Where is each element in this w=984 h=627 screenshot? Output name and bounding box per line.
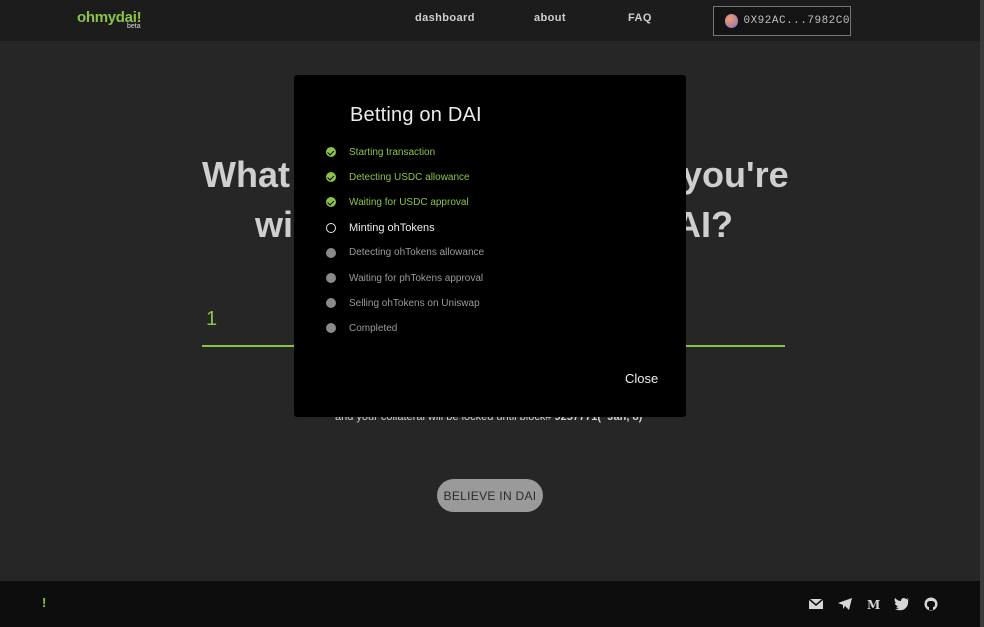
believe-button-label: BELIEVE IN DAI bbox=[443, 488, 537, 503]
progress-step-label: Completed bbox=[349, 322, 398, 334]
amount-input[interactable]: 1 bbox=[206, 308, 217, 331]
dot-icon bbox=[326, 323, 336, 334]
nav-link-about[interactable]: about bbox=[534, 12, 566, 24]
footer-logo[interactable]: ! bbox=[42, 595, 46, 610]
progress-step: Waiting for phTokens approval bbox=[326, 271, 483, 285]
betting-modal: Betting on DAI Starting transaction Detec… bbox=[294, 75, 686, 417]
top-navbar: ohmydai! beta dashboard about FAQ 0X92AC… bbox=[0, 0, 980, 41]
medium-icon[interactable]: M bbox=[866, 597, 882, 611]
progress-step-label: Selling ohTokens on Uniswap bbox=[349, 297, 480, 309]
progress-step-label: Waiting for phTokens approval bbox=[349, 272, 484, 284]
check-circle-icon bbox=[326, 147, 336, 157]
progress-step-label: Starting transaction bbox=[349, 146, 436, 158]
nav-link-faq[interactable]: FAQ bbox=[628, 12, 652, 24]
page-scrollbar[interactable] bbox=[980, 0, 984, 627]
check-circle-icon bbox=[326, 172, 336, 183]
progress-step: Completed bbox=[326, 321, 397, 335]
wallet-address: 0X92AC...7982C0 bbox=[743, 15, 850, 27]
progress-step: Minting ohTokens bbox=[326, 221, 435, 235]
check-circle-icon bbox=[326, 197, 336, 208]
hero-heading-part: wi bbox=[255, 204, 294, 245]
footer: ! M bbox=[0, 581, 980, 627]
hero-heading-part: you're bbox=[682, 154, 789, 195]
progress-step-label: Minting ohTokens bbox=[349, 221, 435, 234]
nav-link-dashboard[interactable]: dashboard bbox=[415, 12, 475, 24]
progress-step: Detecting ohTokens allowance bbox=[326, 246, 484, 260]
dot-icon bbox=[326, 298, 336, 309]
mail-icon[interactable] bbox=[808, 597, 824, 611]
progress-step-label: Detecting USDC allowance bbox=[349, 171, 470, 183]
dot-icon bbox=[326, 273, 336, 283]
progress-step: Starting transaction bbox=[326, 145, 435, 159]
believe-in-dai-button[interactable]: BELIEVE IN DAI bbox=[437, 479, 543, 512]
progress-step-label: Detecting ohTokens allowance bbox=[349, 247, 485, 259]
progress-step: Selling ohTokens on Uniswap bbox=[326, 296, 480, 310]
telegram-icon[interactable] bbox=[837, 597, 853, 611]
dot-icon bbox=[326, 247, 336, 258]
wallet-avatar-icon bbox=[725, 14, 739, 28]
progress-step: Waiting for USDC approval bbox=[326, 195, 469, 209]
twitter-icon[interactable] bbox=[894, 597, 910, 611]
svg-text:M: M bbox=[867, 598, 880, 611]
modal-title: Betting on DAI bbox=[350, 104, 482, 126]
wallet-button[interactable]: 0X92AC...7982C0 bbox=[713, 6, 851, 36]
spinner-icon bbox=[326, 222, 336, 233]
progress-step-label: Waiting for USDC approval bbox=[349, 196, 469, 208]
github-icon[interactable] bbox=[923, 597, 939, 611]
close-button[interactable]: Close bbox=[625, 371, 658, 386]
beta-badge: beta bbox=[127, 23, 141, 30]
progress-step: Detecting USDC allowance bbox=[326, 170, 470, 184]
